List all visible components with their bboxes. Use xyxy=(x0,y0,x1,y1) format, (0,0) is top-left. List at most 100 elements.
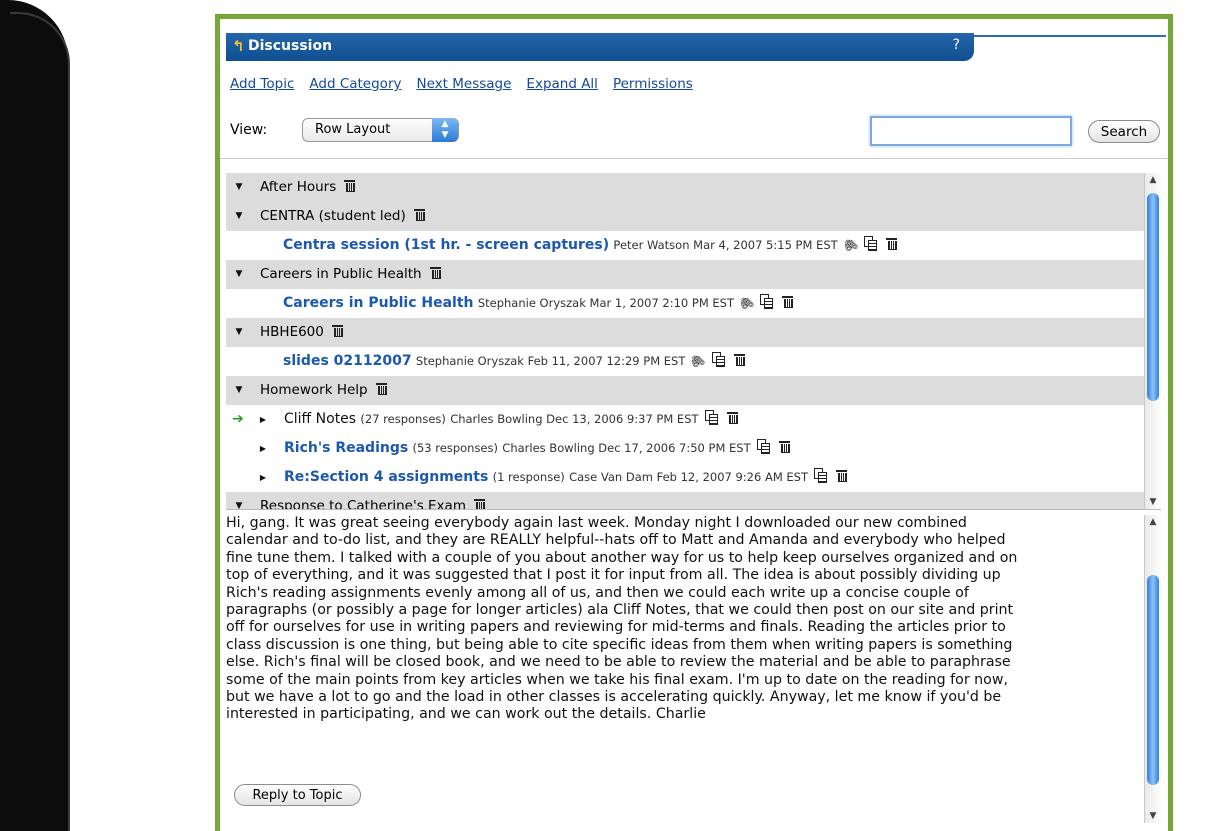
message-line: else. Rich's final will be closed book, … xyxy=(226,654,1011,671)
thread-title[interactable]: Cliff Notes xyxy=(284,411,356,427)
trash-icon[interactable] xyxy=(726,412,738,424)
category-row[interactable]: ▼ After Hours xyxy=(226,173,1144,202)
scroll-up-icon[interactable]: ▲ xyxy=(1145,173,1161,187)
topic-meta: Peter Watson Mar 4, 2007 5:15 PM EST xyxy=(613,238,838,252)
topic-row[interactable]: slides 02112007 Stephanie Oryszak Feb 11… xyxy=(226,347,1144,376)
message-body: Hi, gang. It was great seeing everybody … xyxy=(226,515,1136,724)
category-row[interactable]: ▼ Careers in Public Health xyxy=(226,260,1144,289)
search-input[interactable] xyxy=(870,116,1072,146)
scroll-thumb[interactable] xyxy=(1147,193,1159,401)
topic-title[interactable]: Centra session (1st hr. - screen capture… xyxy=(283,237,609,253)
category-row[interactable]: ▼ Homework Help xyxy=(226,376,1144,405)
category-row[interactable]: ▼ Response to Catherine's Exam xyxy=(226,492,1144,509)
message-line: Hi, gang. It was great seeing everybody … xyxy=(226,515,967,531)
collapse-triangle-icon[interactable]: ▼ xyxy=(234,260,244,289)
topic-title[interactable]: Careers in Public Health xyxy=(283,295,474,311)
add-category-link[interactable]: Add Category xyxy=(309,76,401,92)
copy-icon[interactable] xyxy=(756,439,771,454)
thread-row[interactable]: ▶ Re:Section 4 assignments (1 response) C… xyxy=(226,463,1144,492)
expand-triangle-icon[interactable]: ▶ xyxy=(258,434,268,463)
scroll-up-icon[interactable]: ▲ xyxy=(1145,515,1161,529)
category-label: Careers in Public Health xyxy=(260,266,422,282)
thread-meta: Charles Bowling Dec 13, 2006 9:37 PM EST xyxy=(450,412,699,426)
thread-responses: (1 response) xyxy=(492,470,565,484)
message-line: paragraphs (or possibly a page for longe… xyxy=(226,602,1014,619)
discussion-icon: ↰ xyxy=(232,37,245,55)
collapse-triangle-icon[interactable]: ▼ xyxy=(234,376,244,405)
trash-icon[interactable] xyxy=(778,441,790,453)
scroll-down-icon[interactable]: ▼ xyxy=(1145,809,1161,823)
trash-icon[interactable] xyxy=(375,383,387,395)
category-row[interactable]: ▼ HBHE600 xyxy=(226,318,1144,347)
message-line: off for ourselves for use in writing pap… xyxy=(226,619,1006,636)
permissions-link[interactable]: Permissions xyxy=(613,76,693,92)
view-select[interactable]: Row Layout ▲ ▼ xyxy=(302,118,459,142)
topic-list: ▼ After Hours ▼ CENTRA (student led) Centra … xyxy=(226,173,1144,509)
attachment-icon: 🖇︎ xyxy=(839,235,861,255)
collapse-triangle-icon[interactable]: ▼ xyxy=(234,173,244,202)
message-line: top of everything, and it was suggested … xyxy=(226,567,1001,584)
copy-icon[interactable] xyxy=(863,236,878,251)
thread-meta: Charles Bowling Dec 17, 2006 7:50 PM EST xyxy=(502,441,751,455)
copy-icon[interactable] xyxy=(711,352,726,367)
copy-icon[interactable] xyxy=(760,294,774,309)
view-label: View: xyxy=(230,122,268,138)
trash-icon[interactable] xyxy=(836,470,848,482)
search-button[interactable]: Search xyxy=(1088,120,1160,143)
message-line: but we have a lot to go and the load in … xyxy=(226,689,1002,706)
trash-icon[interactable] xyxy=(782,296,794,308)
titlebar: ↰ Discussion ? xyxy=(226,33,974,61)
scroll-down-icon[interactable]: ▼ xyxy=(1145,495,1161,509)
category-label: Response to Catherine's Exam xyxy=(260,498,466,509)
topic-meta: Stephanie Oryszak Mar 1, 2007 2:10 PM ES… xyxy=(477,296,735,310)
copy-icon[interactable] xyxy=(704,410,719,425)
toolbar: Add Topic Add Category Next Message Expand … xyxy=(230,76,708,92)
attachment-icon: 🖇︎ xyxy=(736,293,757,313)
select-arrows-icon: ▲ ▼ xyxy=(432,118,458,142)
category-label: After Hours xyxy=(260,179,337,195)
message-line: some of the main points from key article… xyxy=(226,671,1008,688)
topic-list-scrollbar[interactable]: ▲ ▼ xyxy=(1144,173,1161,509)
expand-triangle-icon[interactable]: ▶ xyxy=(258,405,268,434)
thread-row[interactable]: ➔ ▶ Cliff Notes (27 responses) Charles Bow… xyxy=(226,405,1144,434)
attachment-icon: 🖇︎ xyxy=(687,351,708,371)
category-label: HBHE600 xyxy=(260,324,324,340)
scroll-thumb[interactable] xyxy=(1147,575,1159,785)
next-message-link[interactable]: Next Message xyxy=(417,76,512,92)
category-label: Homework Help xyxy=(260,382,368,398)
topic-row[interactable]: Centra session (1st hr. - screen capture… xyxy=(226,231,1144,260)
thread-responses: (53 responses) xyxy=(412,441,499,455)
expand-triangle-icon[interactable]: ▶ xyxy=(258,463,268,492)
trash-icon[interactable] xyxy=(473,499,485,509)
message-line: interested in participating, and we can … xyxy=(226,706,706,723)
collapse-triangle-icon[interactable]: ▼ xyxy=(234,318,244,347)
trash-icon[interactable] xyxy=(413,209,425,221)
thread-title[interactable]: Re:Section 4 assignments xyxy=(284,469,488,485)
topic-row[interactable]: Careers in Public Health Stephanie Orysz… xyxy=(226,289,1144,318)
add-topic-link[interactable]: Add Topic xyxy=(230,76,294,92)
topic-title[interactable]: slides 02112007 xyxy=(283,353,412,369)
trash-icon[interactable] xyxy=(429,267,441,279)
thread-row[interactable]: ▶ Rich's Readings (53 responses) Charles … xyxy=(226,434,1144,463)
category-label: CENTRA (student led) xyxy=(260,208,406,224)
reply-to-topic-button[interactable]: Reply to Topic xyxy=(234,784,361,806)
trash-icon[interactable] xyxy=(331,325,343,337)
trash-icon[interactable] xyxy=(344,180,356,192)
help-button[interactable]: ? xyxy=(953,37,960,53)
message-line: calendar and to-do list, and they are RE… xyxy=(226,532,1006,549)
message-scrollbar[interactable]: ▲ ▼ xyxy=(1144,515,1161,823)
current-message-arrow-icon: ➔ xyxy=(232,411,244,427)
collapse-triangle-icon[interactable]: ▼ xyxy=(234,492,244,509)
collapse-triangle-icon[interactable]: ▼ xyxy=(234,202,244,231)
trash-icon[interactable] xyxy=(733,354,745,366)
thread-title[interactable]: Rich's Readings xyxy=(284,440,408,456)
view-select-value: Row Layout xyxy=(315,122,391,137)
copy-icon[interactable] xyxy=(814,468,828,483)
divider xyxy=(226,509,1161,510)
divider xyxy=(220,158,1168,159)
expand-all-link[interactable]: Expand All xyxy=(526,76,598,92)
trash-icon[interactable] xyxy=(885,238,897,250)
message-line: class discussion is one thing, but being… xyxy=(226,636,1013,653)
message-pane: Hi, gang. It was great seeing everybody … xyxy=(226,515,1138,827)
category-row[interactable]: ▼ CENTRA (student led) xyxy=(226,202,1144,231)
